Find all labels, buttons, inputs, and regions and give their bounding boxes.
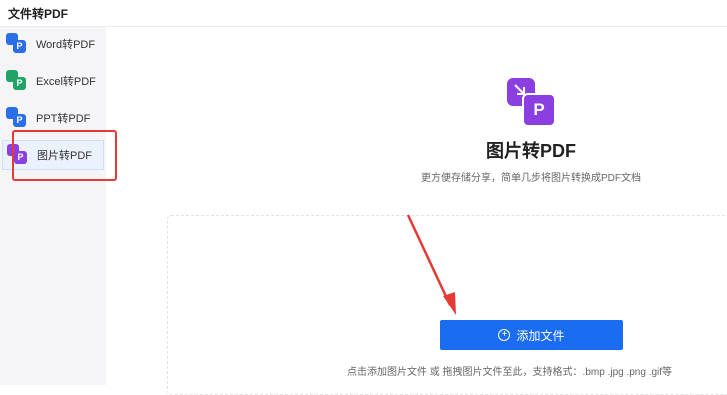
upload-hint: 点击添加图片文件 或 拖拽图片文件至此，支持格式：.bmp .jpg .png … — [347, 367, 673, 378]
main-panel: P 图片转PDF 更方便存储分享，简单几步将图片转换成PDF文档 + 添加文件 … — [107, 27, 727, 395]
sidebar-item-excel[interactable]: P Excel转PDF — [2, 66, 104, 96]
annotation-highlight-box — [12, 130, 117, 181]
add-file-button[interactable]: + 添加文件 — [440, 320, 623, 350]
sidebar-item-label: Excel转PDF — [36, 76, 96, 88]
sidebar-item-word[interactable]: P Word转PDF — [2, 29, 104, 59]
image-to-pdf-icon: P — [507, 78, 556, 127]
word-to-pdf-icon: P — [6, 33, 28, 55]
plus-circle-icon: + — [498, 329, 511, 341]
page-title: 图片转PDF — [486, 141, 576, 161]
page-subtitle: 更方便存储分享，简单几步将图片转换成PDF文档 — [421, 173, 641, 184]
sidebar-item-label: Word转PDF — [36, 39, 96, 51]
add-file-label: 添加文件 — [516, 328, 565, 343]
ppt-to-pdf-icon: P — [6, 107, 28, 129]
sidebar-item-ppt[interactable]: P PPT转PDF — [2, 103, 104, 133]
app-title: 文件转PDF — [8, 7, 69, 21]
excel-to-pdf-icon: P — [6, 70, 28, 92]
title-bar: 文件转PDF — [0, 0, 727, 27]
sidebar: P Word转PDF P Excel转PDF P PPT转PDF P 图片转PD… — [0, 27, 106, 385]
sidebar-item-label: PPT转PDF — [36, 113, 91, 125]
